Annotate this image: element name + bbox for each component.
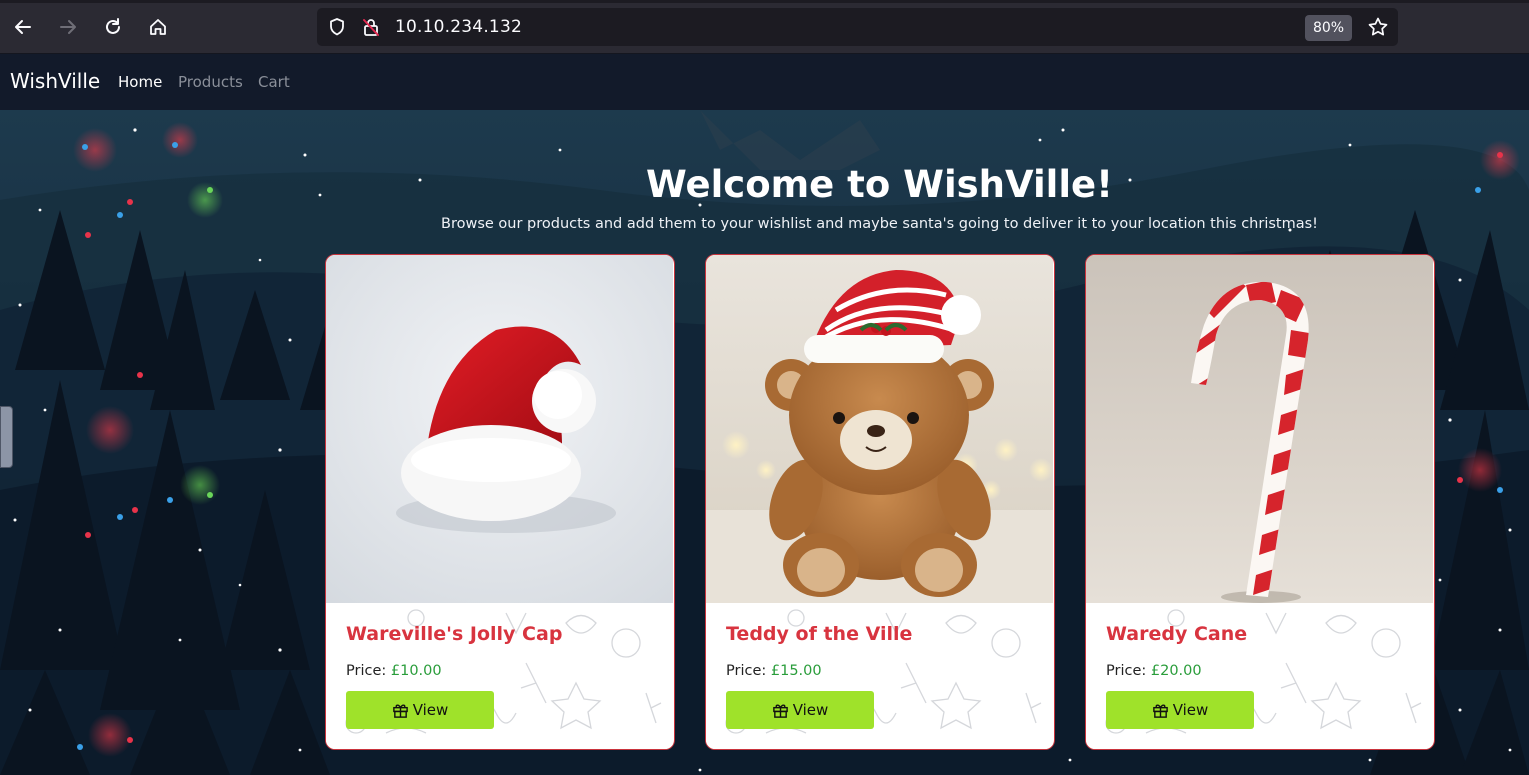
product-price: Price: £15.00	[726, 663, 822, 679]
view-button-label: View	[1172, 701, 1209, 719]
product-image-teddy-bear[interactable]	[706, 255, 1053, 603]
price-label: Price:	[346, 663, 387, 679]
price-amount: £20.00	[1150, 663, 1202, 679]
product-image-santa-hat[interactable]	[326, 255, 673, 603]
gift-icon	[1152, 703, 1168, 718]
forward-arrow-icon[interactable]	[55, 14, 81, 40]
page-subtitle: Browse our products and add them to your…	[441, 216, 1318, 232]
product-card-body: Teddy of the Ville Price: £15.00 View	[706, 603, 1053, 749]
price-amount: £15.00	[770, 663, 822, 679]
back-arrow-icon[interactable]	[10, 14, 36, 40]
browser-toolbar: 10.10.234.132 80%	[0, 0, 1529, 54]
zoom-level-badge[interactable]: 80%	[1305, 15, 1352, 41]
url-text[interactable]: 10.10.234.132	[395, 17, 522, 37]
shield-icon[interactable]	[327, 17, 347, 37]
product-price: Price: £20.00	[1106, 663, 1202, 679]
product-card-body: Wareville's Jolly Cap Price: £10.00 View	[326, 603, 673, 749]
address-bar[interactable]: 10.10.234.132 80%	[317, 8, 1398, 46]
gift-icon	[772, 703, 788, 718]
nav-products[interactable]: Products	[178, 73, 243, 91]
view-button[interactable]: View	[726, 691, 874, 729]
product-image-candy-cane[interactable]	[1086, 255, 1433, 603]
product-name[interactable]: Waredy Cane	[1106, 623, 1247, 645]
reload-icon[interactable]	[100, 14, 126, 40]
site-navbar: WishVille Home Products Cart	[0, 54, 1529, 110]
page-title: Welcome to WishVille!	[646, 163, 1113, 206]
product-card: Wareville's Jolly Cap Price: £10.00 View	[325, 254, 675, 750]
product-card: Teddy of the Ville Price: £15.00 View	[705, 254, 1055, 750]
view-button[interactable]: View	[346, 691, 494, 729]
product-name[interactable]: Teddy of the Ville	[726, 623, 912, 645]
price-label: Price:	[1106, 663, 1147, 679]
view-button[interactable]: View	[1106, 691, 1254, 729]
tab-strip-edge	[0, 0, 1529, 3]
price-amount: £10.00	[390, 663, 442, 679]
product-card-body: Waredy Cane Price: £20.00 View	[1086, 603, 1433, 749]
side-panel-handle[interactable]	[0, 406, 13, 468]
nav-home[interactable]: Home	[118, 73, 162, 91]
home-icon[interactable]	[145, 14, 171, 40]
view-button-label: View	[412, 701, 449, 719]
product-price: Price: £10.00	[346, 663, 442, 679]
product-card: Waredy Cane Price: £20.00 View	[1085, 254, 1435, 750]
gift-icon	[392, 703, 408, 718]
bookmark-star-icon[interactable]	[1367, 16, 1389, 38]
price-label: Price:	[726, 663, 767, 679]
view-button-label: View	[792, 701, 829, 719]
brand-logo[interactable]: WishVille	[10, 69, 100, 93]
nav-cart[interactable]: Cart	[258, 73, 290, 91]
insecure-lock-icon[interactable]	[361, 17, 381, 37]
product-name[interactable]: Wareville's Jolly Cap	[346, 623, 562, 645]
